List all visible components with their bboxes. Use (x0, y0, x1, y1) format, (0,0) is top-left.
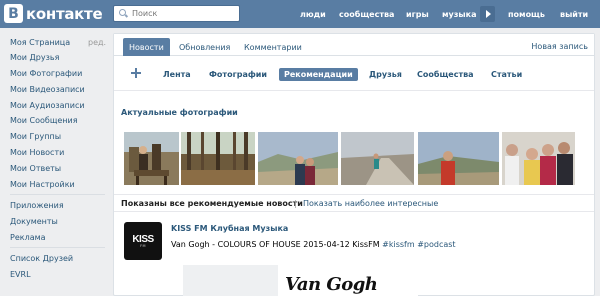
nav-people[interactable]: люди (300, 0, 326, 28)
sidebar-item-videos[interactable]: Мои Видеозаписи (10, 85, 85, 94)
post-image-title: Van Gogh (285, 274, 378, 295)
sidebar-item-my-page[interactable]: Моя Страница (10, 38, 70, 47)
kiss-logo-sub: FM (140, 243, 146, 248)
separator: | (294, 199, 297, 208)
tab-comments[interactable]: Комментарии (238, 39, 308, 55)
sidebar-item-ads[interactable]: Реклама (10, 233, 46, 242)
nav-communities[interactable]: сообщества (339, 0, 394, 28)
sidebar-item-apps[interactable]: Приложения (10, 201, 64, 210)
sidebar-item-settings[interactable]: Мои Настройки (10, 180, 75, 189)
photos-section-title: Актуальные фотографии (121, 108, 238, 117)
tab-updates[interactable]: Обновления (173, 39, 236, 55)
sidebar-item-messages[interactable]: Мои Сообщения (10, 116, 78, 125)
filter-articles[interactable]: Статьи (486, 68, 527, 81)
sidebar-item-groups[interactable]: Мои Группы (10, 132, 61, 141)
photo-thumbnail[interactable] (502, 132, 575, 185)
new-post-link[interactable]: Новая запись (531, 42, 588, 51)
post-image-left (183, 265, 278, 296)
post-avatar[interactable]: KISS FM (124, 222, 162, 260)
logo-text: контакте (26, 4, 103, 23)
filter-communities[interactable]: Сообщества (412, 68, 479, 81)
search-icon (119, 9, 128, 18)
top-header: В контакте люди сообщества игры музыка п… (0, 0, 600, 28)
plus-icon[interactable] (131, 68, 141, 78)
logo-icon: В (4, 4, 23, 23)
play-icon[interactable] (480, 6, 495, 22)
search-input[interactable] (132, 9, 232, 18)
feed-tabs: Новости Обновления Комментарии Новая зап… (114, 34, 594, 56)
photo-thumbnail[interactable] (341, 132, 414, 185)
sidebar-item-friends[interactable]: Мои Друзья (10, 53, 59, 62)
post-author[interactable]: KISS FM Клубная Музыка (171, 224, 288, 233)
sidebar-divider (10, 247, 105, 248)
sidebar-item-news[interactable]: Мои Новости (10, 148, 64, 157)
recommendations-status: Показаны все рекомендуемые новости (121, 199, 303, 208)
sidebar-divider (10, 194, 105, 195)
filter-photos[interactable]: Фотографии (204, 68, 272, 81)
filter-friends[interactable]: Друзья (364, 68, 407, 81)
photo-thumbnail[interactable] (181, 132, 255, 185)
sidebar-item-evrl[interactable]: EVRL (10, 270, 31, 279)
nav-games[interactable]: игры (406, 0, 429, 28)
hashtag-link[interactable]: #kissfm (382, 240, 415, 249)
search-box[interactable] (113, 5, 240, 22)
nav-help[interactable]: помощь (508, 0, 545, 28)
sidebar-item-photos[interactable]: Мои Фотографии (10, 69, 82, 78)
filter-recommendations[interactable]: Рекомендации (279, 68, 358, 81)
kiss-logo: KISS (132, 233, 154, 245)
nav-logout[interactable]: выйти (560, 0, 588, 28)
show-interesting-link[interactable]: Показать наиболее интересные (303, 199, 438, 208)
post-text: Van Gogh - COLOURS OF HOUSE 2015-04-12 K… (171, 240, 456, 249)
photo-thumbnail[interactable] (258, 132, 338, 185)
photo-thumbnail[interactable] (124, 132, 179, 185)
sidebar-item-answers[interactable]: Мои Ответы (10, 164, 61, 173)
sidebar-item-friend-list[interactable]: Список Друзей (10, 254, 73, 263)
photo-thumbnail[interactable] (418, 132, 499, 185)
recommendations-bar: Показаны все рекомендуемые новости | Пок… (114, 194, 594, 212)
feed-filters: Лента Фотографии Рекомендации Друзья Соо… (114, 57, 594, 91)
hashtag-link[interactable]: #podcast (417, 240, 455, 249)
vk-logo[interactable]: В контакте (4, 4, 103, 23)
nav-music[interactable]: музыка (442, 0, 476, 28)
filter-feed[interactable]: Лента (158, 68, 196, 81)
tab-news[interactable]: Новости (123, 38, 170, 56)
edit-link[interactable]: ред. (88, 38, 106, 47)
sidebar-item-documents[interactable]: Документы (10, 217, 58, 226)
sidebar-item-audio[interactable]: Мои Аудиозаписи (10, 101, 85, 110)
